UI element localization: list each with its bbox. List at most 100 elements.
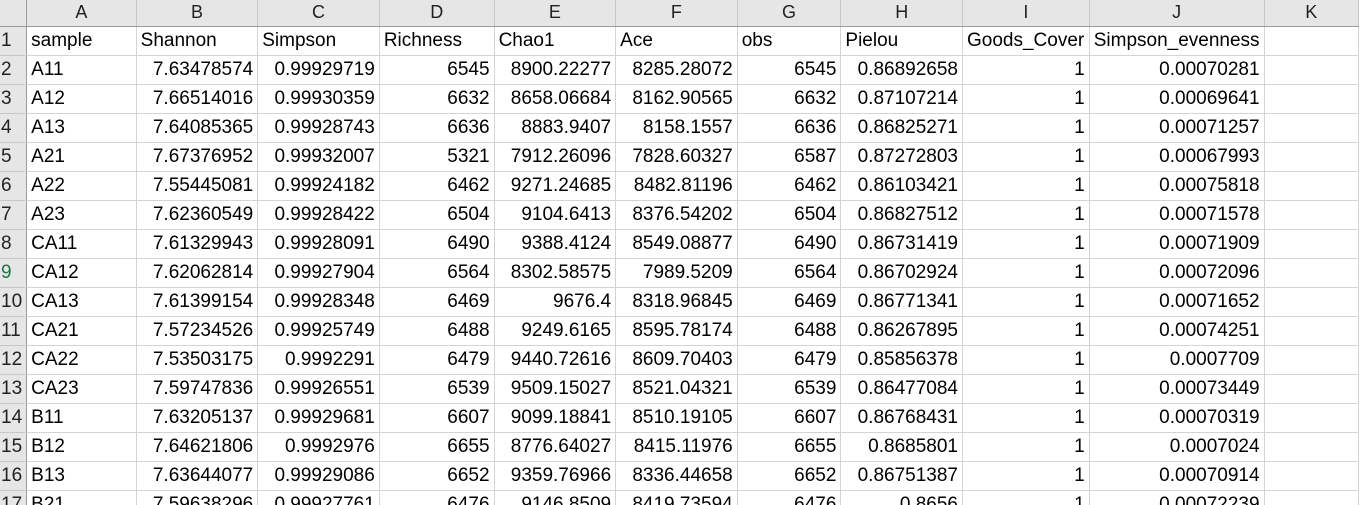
cell-d12[interactable]: 6479 xyxy=(379,345,495,375)
cell-g2[interactable]: 6545 xyxy=(737,55,842,85)
cell-g6[interactable]: 6462 xyxy=(737,171,842,201)
cell-d4[interactable]: 6636 xyxy=(379,113,495,143)
cell-e5[interactable]: 7912.26096 xyxy=(494,142,617,172)
cell-c14[interactable]: 0.99929681 xyxy=(257,403,380,433)
column-header-d[interactable]: D xyxy=(379,0,495,27)
cell-c10[interactable]: 0.99928348 xyxy=(257,287,380,317)
cell-e17[interactable]: 9146.8509 xyxy=(494,490,617,505)
cell-h10[interactable]: 0.86771341 xyxy=(840,287,963,317)
cell-a11[interactable]: CA21 xyxy=(26,316,137,346)
cell-f15[interactable]: 8415.11976 xyxy=(615,432,738,462)
cell-a1[interactable]: sample xyxy=(26,26,137,56)
cell-b4[interactable]: 7.64085365 xyxy=(136,113,259,143)
cell-j8[interactable]: 0.00071909 xyxy=(1089,229,1265,259)
cell-h5[interactable]: 0.87272803 xyxy=(840,142,963,172)
column-header-f[interactable]: F xyxy=(615,0,738,27)
cell-a12[interactable]: CA22 xyxy=(26,345,137,375)
cell-h14[interactable]: 0.86768431 xyxy=(840,403,963,433)
column-header-k[interactable]: K xyxy=(1264,0,1359,27)
cell-a5[interactable]: A21 xyxy=(26,142,137,172)
row-header-14[interactable]: 14 xyxy=(0,403,28,433)
cell-h16[interactable]: 0.86751387 xyxy=(840,461,963,491)
cell-k17[interactable] xyxy=(1264,490,1359,505)
cell-c1[interactable]: Simpson xyxy=(257,26,380,56)
cell-g16[interactable]: 6652 xyxy=(737,461,842,491)
cell-e14[interactable]: 9099.18841 xyxy=(494,403,617,433)
cell-b9[interactable]: 7.62062814 xyxy=(136,258,259,288)
cell-k3[interactable] xyxy=(1264,84,1359,114)
row-header-7[interactable]: 7 xyxy=(0,200,28,230)
cell-f1[interactable]: Ace xyxy=(615,26,738,56)
cell-c16[interactable]: 0.99929086 xyxy=(257,461,380,491)
cell-j15[interactable]: 0.0007024 xyxy=(1089,432,1265,462)
cell-e11[interactable]: 9249.6165 xyxy=(494,316,617,346)
cell-c2[interactable]: 0.99929719 xyxy=(257,55,380,85)
cell-a10[interactable]: CA13 xyxy=(26,287,137,317)
cell-d9[interactable]: 6564 xyxy=(379,258,495,288)
cell-b7[interactable]: 7.62360549 xyxy=(136,200,259,230)
cell-c3[interactable]: 0.99930359 xyxy=(257,84,380,114)
cell-i10[interactable]: 1 xyxy=(962,287,1090,317)
row-header-4[interactable]: 4 xyxy=(0,113,28,143)
cell-g9[interactable]: 6564 xyxy=(737,258,842,288)
cell-e15[interactable]: 8776.64027 xyxy=(494,432,617,462)
cell-j3[interactable]: 0.00069641 xyxy=(1089,84,1265,114)
cell-j10[interactable]: 0.00071652 xyxy=(1089,287,1265,317)
cell-a3[interactable]: A12 xyxy=(26,84,137,114)
cell-h1[interactable]: Pielou xyxy=(840,26,963,56)
cell-d17[interactable]: 6476 xyxy=(379,490,495,505)
cell-d14[interactable]: 6607 xyxy=(379,403,495,433)
cell-f5[interactable]: 7828.60327 xyxy=(615,142,738,172)
cell-f2[interactable]: 8285.28072 xyxy=(615,55,738,85)
cell-f14[interactable]: 8510.19105 xyxy=(615,403,738,433)
cell-b5[interactable]: 7.67376952 xyxy=(136,142,259,172)
cell-f10[interactable]: 8318.96845 xyxy=(615,287,738,317)
cell-f16[interactable]: 8336.44658 xyxy=(615,461,738,491)
cell-h6[interactable]: 0.86103421 xyxy=(840,171,963,201)
cell-k8[interactable] xyxy=(1264,229,1359,259)
cell-d6[interactable]: 6462 xyxy=(379,171,495,201)
cell-f11[interactable]: 8595.78174 xyxy=(615,316,738,346)
cell-e4[interactable]: 8883.9407 xyxy=(494,113,617,143)
column-header-g[interactable]: G xyxy=(737,0,842,27)
cell-f8[interactable]: 8549.08877 xyxy=(615,229,738,259)
cell-e2[interactable]: 8900.22277 xyxy=(494,55,617,85)
row-header-8[interactable]: 8 xyxy=(0,229,28,259)
cell-f12[interactable]: 8609.70403 xyxy=(615,345,738,375)
cell-f13[interactable]: 8521.04321 xyxy=(615,374,738,404)
cell-g5[interactable]: 6587 xyxy=(737,142,842,172)
cell-g3[interactable]: 6632 xyxy=(737,84,842,114)
cell-k13[interactable] xyxy=(1264,374,1359,404)
cell-a7[interactable]: A23 xyxy=(26,200,137,230)
cell-a13[interactable]: CA23 xyxy=(26,374,137,404)
cell-f3[interactable]: 8162.90565 xyxy=(615,84,738,114)
cell-i2[interactable]: 1 xyxy=(962,55,1090,85)
cell-h11[interactable]: 0.86267895 xyxy=(840,316,963,346)
cell-b12[interactable]: 7.53503175 xyxy=(136,345,259,375)
cell-k4[interactable] xyxy=(1264,113,1359,143)
column-header-e[interactable]: E xyxy=(494,0,617,27)
cell-f17[interactable]: 8419.73594 xyxy=(615,490,738,505)
cell-b17[interactable]: 7.59638296 xyxy=(136,490,259,505)
cell-g7[interactable]: 6504 xyxy=(737,200,842,230)
cell-h8[interactable]: 0.86731419 xyxy=(840,229,963,259)
cell-b16[interactable]: 7.63644077 xyxy=(136,461,259,491)
row-header-5[interactable]: 5 xyxy=(0,142,28,172)
cell-d1[interactable]: Richness xyxy=(379,26,495,56)
cell-k11[interactable] xyxy=(1264,316,1359,346)
row-header-11[interactable]: 11 xyxy=(0,316,28,346)
cell-e9[interactable]: 8302.58575 xyxy=(494,258,617,288)
cell-h7[interactable]: 0.86827512 xyxy=(840,200,963,230)
cell-c15[interactable]: 0.9992976 xyxy=(257,432,380,462)
cell-i1[interactable]: Goods_Cover xyxy=(962,26,1090,56)
cell-g1[interactable]: obs xyxy=(737,26,842,56)
cell-d8[interactable]: 6490 xyxy=(379,229,495,259)
cell-a9[interactable]: CA12 xyxy=(26,258,137,288)
cell-a6[interactable]: A22 xyxy=(26,171,137,201)
cell-a8[interactable]: CA11 xyxy=(26,229,137,259)
cell-i12[interactable]: 1 xyxy=(962,345,1090,375)
cell-b3[interactable]: 7.66514016 xyxy=(136,84,259,114)
row-header-1[interactable]: 1 xyxy=(0,26,28,56)
spreadsheet-grid[interactable]: ABCDEFGHIJK 1 sample Shannon Simpson Richnes… xyxy=(0,0,1359,505)
cell-a2[interactable]: A11 xyxy=(26,55,137,85)
